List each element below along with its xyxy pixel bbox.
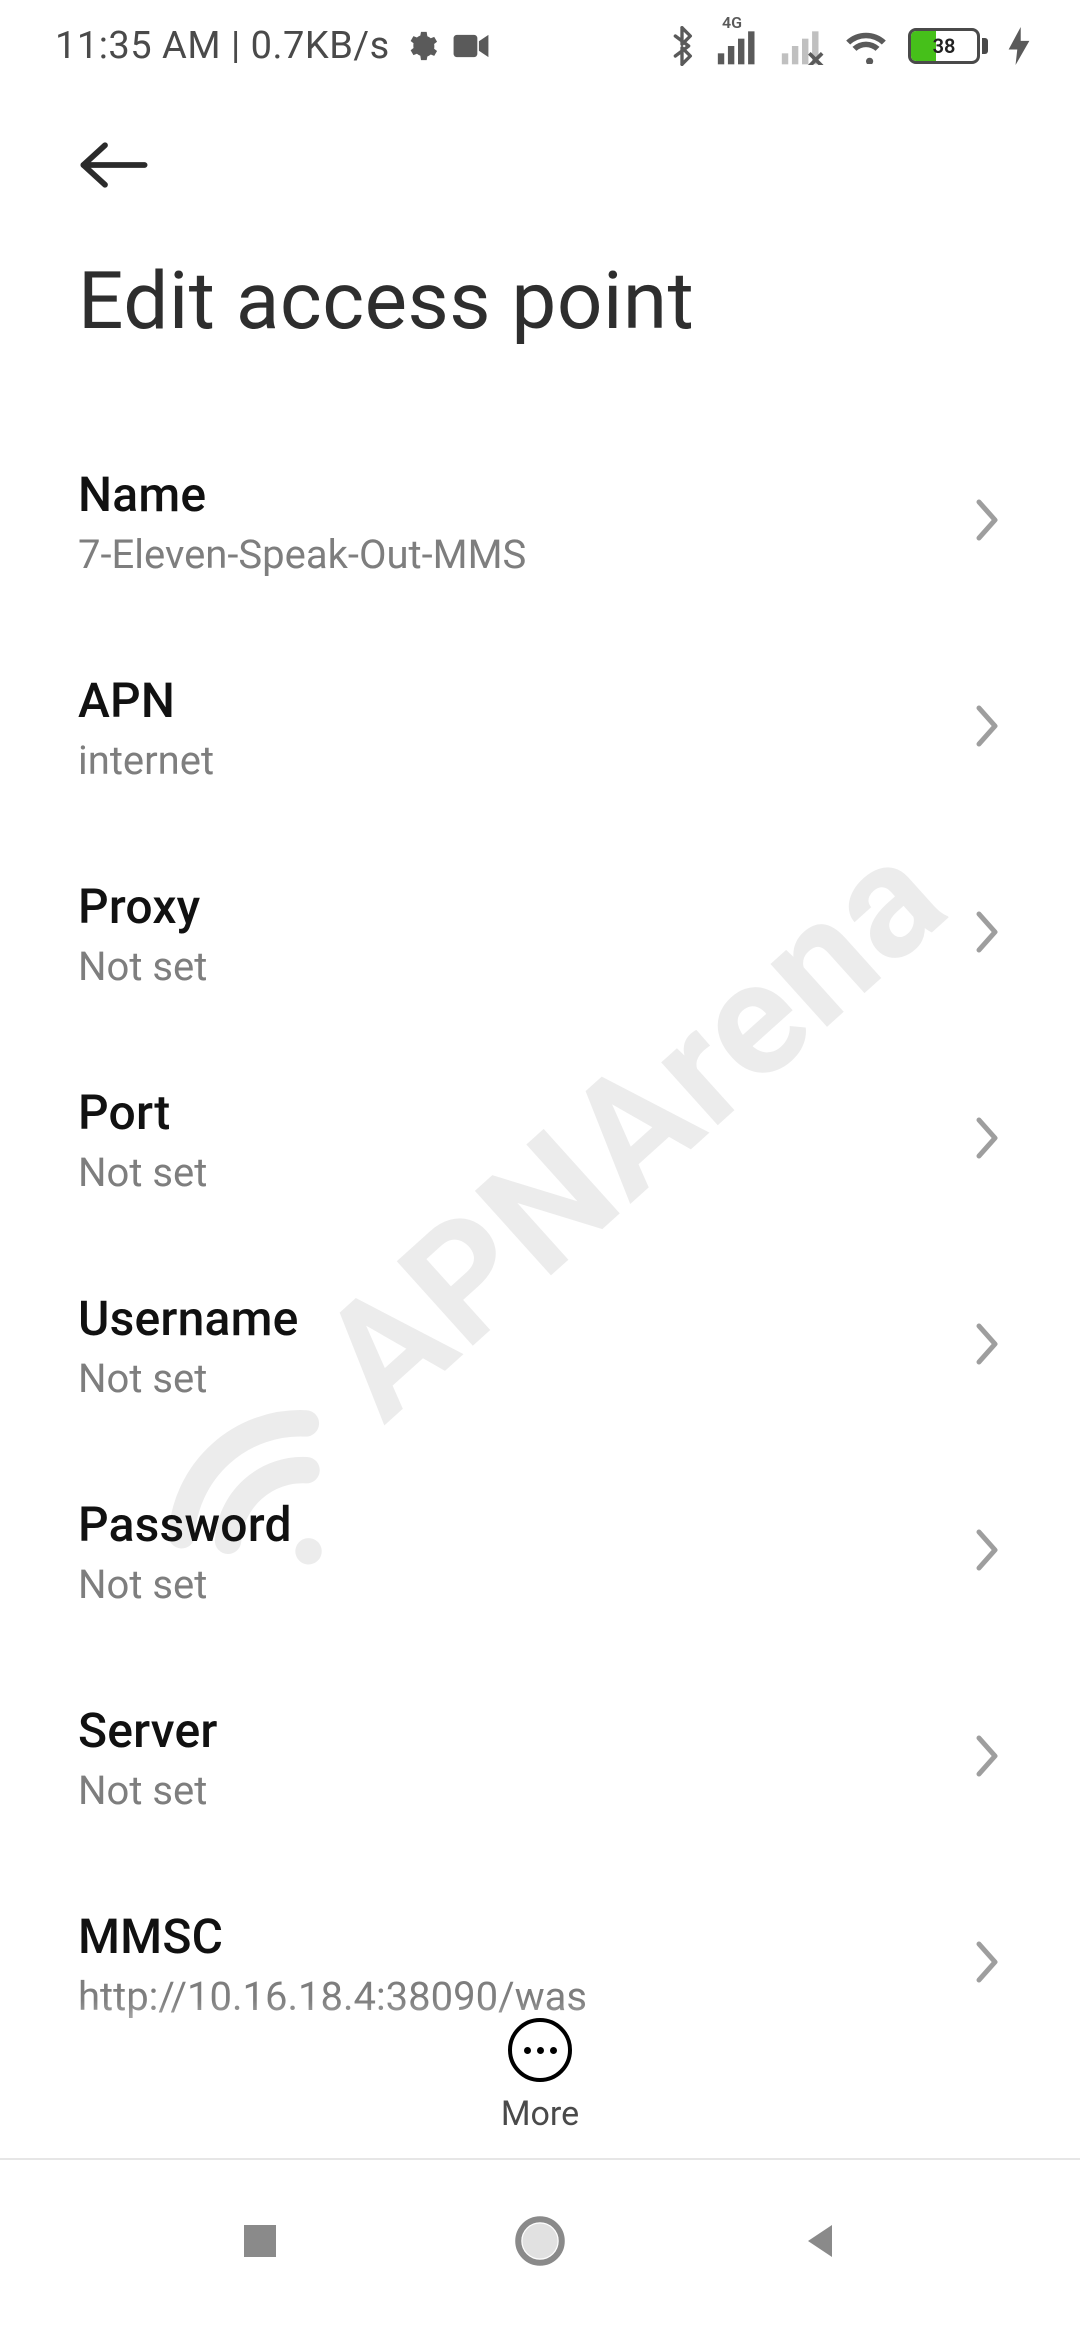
row-value: Not set	[78, 1149, 207, 1196]
row-label: MMSC	[78, 1908, 587, 1965]
row-port[interactable]: Port Not set	[78, 1040, 1002, 1246]
arrow-left-icon	[78, 139, 150, 191]
row-label: Port	[78, 1084, 207, 1141]
chevron-right-icon	[972, 1938, 1002, 1990]
chevron-right-icon	[972, 1732, 1002, 1784]
gear-icon	[404, 29, 438, 63]
back-button[interactable]	[78, 120, 178, 210]
row-label: Proxy	[78, 878, 207, 935]
chevron-right-icon	[972, 496, 1002, 548]
row-value: Not set	[78, 1561, 292, 1608]
row-value: Not set	[78, 1355, 299, 1402]
chevron-right-icon	[972, 1114, 1002, 1166]
battery-percentage: 38	[911, 31, 977, 61]
camera-icon	[452, 31, 490, 61]
status-time-net: 11:35 AM | 0.7KB/s	[55, 24, 390, 68]
row-username[interactable]: Username Not set	[78, 1246, 1002, 1452]
more-button[interactable]: More	[501, 2018, 579, 2134]
chevron-right-icon	[972, 1526, 1002, 1578]
system-navigation-bar	[0, 2170, 1080, 2340]
more-icon	[508, 2018, 572, 2082]
signal-nosim-icon	[780, 27, 824, 65]
row-label: Username	[78, 1290, 299, 1347]
settings-list: Name 7-Eleven-Speak-Out-MMS APN internet…	[0, 422, 1080, 2080]
signal-label: 4G	[722, 13, 742, 32]
row-value: Not set	[78, 1767, 218, 1814]
row-label: Name	[78, 466, 526, 523]
header: Edit access point	[0, 120, 1080, 348]
chevron-right-icon	[972, 908, 1002, 960]
row-value: internet	[78, 737, 214, 784]
nav-home-button[interactable]	[455, 2181, 625, 2301]
row-value: Not set	[78, 943, 207, 990]
page-title: Edit access point	[78, 254, 1002, 348]
nav-back-button[interactable]	[735, 2181, 905, 2301]
status-right: 4G 38	[668, 26, 1030, 66]
chevron-right-icon	[972, 1320, 1002, 1372]
row-name[interactable]: Name 7-Eleven-Speak-Out-MMS	[78, 422, 1002, 628]
signal-4g-icon: 4G	[716, 27, 760, 65]
status-bar: 11:35 AM | 0.7KB/s 4G 38	[0, 0, 1080, 92]
row-proxy[interactable]: Proxy Not set	[78, 834, 1002, 1040]
wifi-icon	[844, 28, 888, 64]
more-label: More	[501, 2094, 579, 2134]
square-icon	[236, 2217, 284, 2265]
charging-bolt-icon	[1008, 27, 1030, 65]
row-password[interactable]: Password Not set	[78, 1452, 1002, 1658]
row-value: 7-Eleven-Speak-Out-MMS	[78, 531, 526, 578]
chevron-right-icon	[972, 702, 1002, 754]
nav-recents-button[interactable]	[175, 2181, 345, 2301]
row-label: APN	[78, 672, 214, 729]
row-apn[interactable]: APN internet	[78, 628, 1002, 834]
circle-icon	[511, 2212, 569, 2270]
footer-bar: More	[0, 2000, 1080, 2160]
triangle-left-icon	[796, 2217, 844, 2265]
row-label: Password	[78, 1496, 292, 1553]
status-left: 11:35 AM | 0.7KB/s	[55, 24, 490, 68]
bluetooth-icon	[668, 26, 696, 66]
row-label: Server	[78, 1702, 218, 1759]
row-server[interactable]: Server Not set	[78, 1658, 1002, 1864]
battery-indicator: 38	[908, 28, 988, 64]
